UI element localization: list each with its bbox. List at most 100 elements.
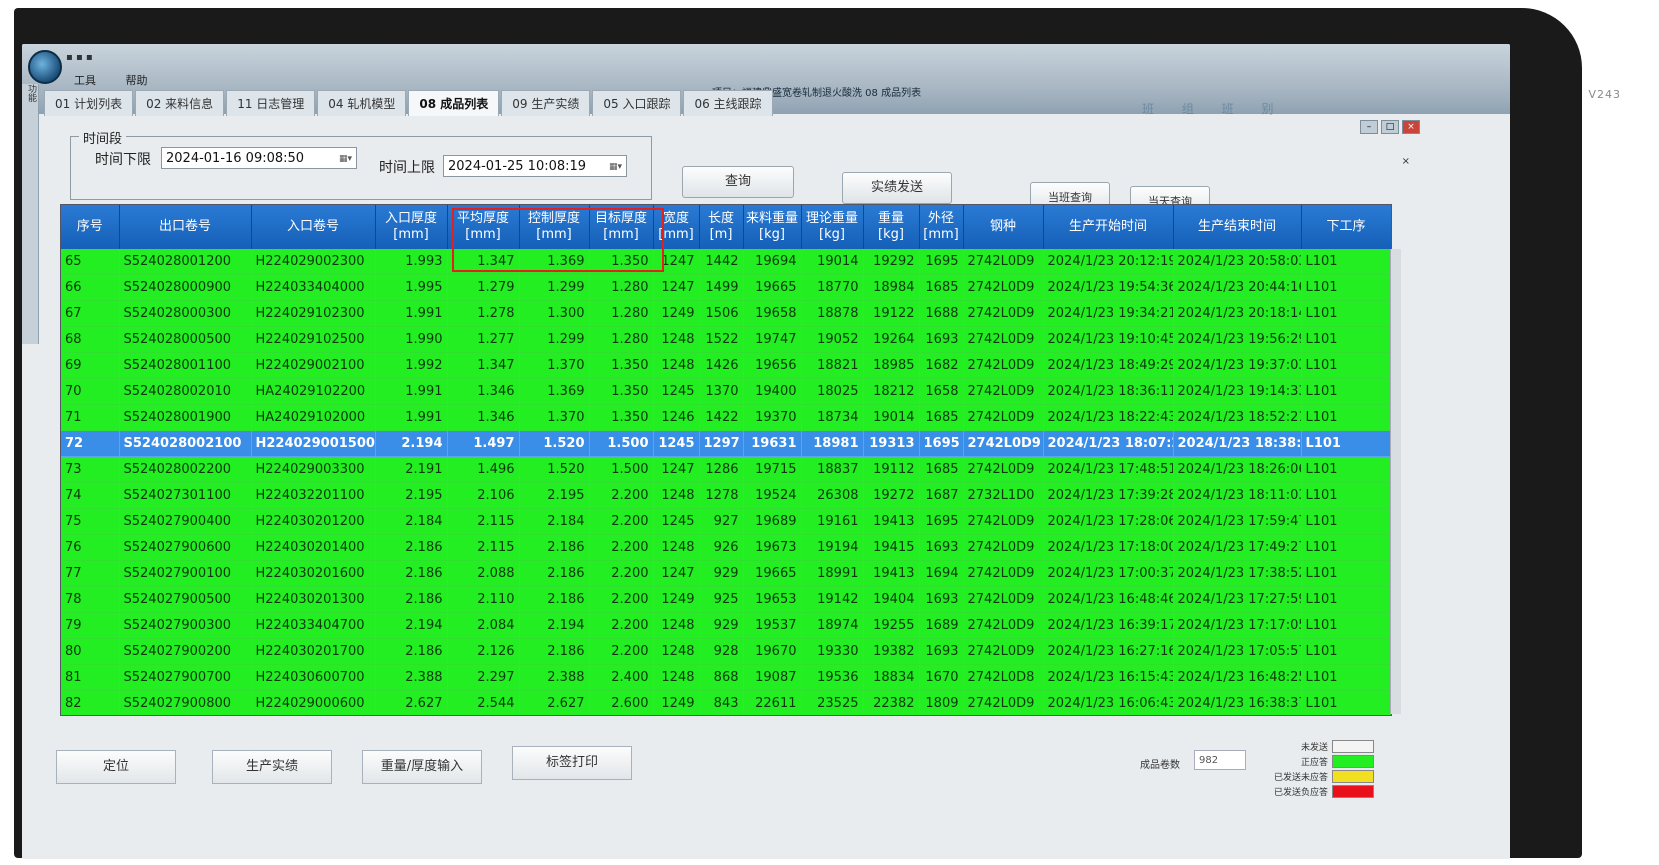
- calendar-dropdown-icon[interactable]: ▦▾: [339, 148, 352, 170]
- table-cell: 82: [61, 690, 120, 715]
- table-cell: L101: [1301, 690, 1391, 715]
- tab-plan-list[interactable]: 01 计划列表: [44, 90, 134, 116]
- table-cell: 1695: [919, 430, 964, 457]
- tab-production-results[interactable]: 09 生产实绩: [501, 90, 591, 116]
- side-panel-toggle[interactable]: 功能: [22, 84, 39, 344]
- table-row[interactable]: 74 S524027301100 H224032201100 2.195 2.106 2.…: [61, 482, 1391, 509]
- tab-log-management[interactable]: 11 日志管理: [226, 90, 316, 116]
- column-header[interactable]: 外径 [mm]: [919, 205, 964, 249]
- table-cell: 2024/1/23 18:52:21: [1173, 404, 1302, 431]
- table-cell: 1442: [699, 249, 744, 275]
- table-row[interactable]: 71 S524028001900 HA24029102000 1.991 1.346 1.…: [61, 404, 1391, 431]
- column-header[interactable]: 来料重量 [kg]: [743, 205, 802, 249]
- lower-limit-input[interactable]: 2024-01-16 09:08:50 ▦▾: [161, 147, 357, 169]
- table-cell: S524028002010: [119, 378, 252, 405]
- tab-product-list[interactable]: 08 成品列表: [408, 90, 500, 116]
- column-header[interactable]: 平均厚度 [mm]: [447, 205, 520, 249]
- query-button[interactable]: 查询: [682, 166, 794, 198]
- table-row[interactable]: 72 S524028002100 H224029001500 2.194 1.497 1.…: [61, 430, 1391, 457]
- table-cell: 2024/1/23 19:54:36: [1043, 274, 1174, 301]
- menu-help[interactable]: 帮助: [126, 74, 148, 87]
- table-row[interactable]: 81 S524027900700 H224030600700 2.388 2.297 2.…: [61, 664, 1391, 691]
- label-print-button[interactable]: 标签打印: [512, 746, 632, 780]
- table-row[interactable]: 80 S524027900200 H224030201700 2.186 2.126 2.…: [61, 638, 1391, 665]
- weight-thickness-input-button[interactable]: 重量/厚度输入: [362, 750, 482, 784]
- column-header[interactable]: 出口卷号: [119, 205, 252, 249]
- table-row[interactable]: 70 S524028002010 HA24029102200 1.991 1.346 1.…: [61, 378, 1391, 405]
- table-row[interactable]: 78 S524027900500 H224030201300 2.186 2.110 2.…: [61, 586, 1391, 613]
- quick-access-icons[interactable]: ▪ ▪ ▪: [66, 52, 93, 63]
- panel-close-icon[interactable]: ×: [1402, 156, 1410, 167]
- minimize-icon[interactable]: –: [1360, 120, 1378, 134]
- table-cell: 2.200: [589, 638, 654, 665]
- table-cell: 1.299: [519, 326, 590, 353]
- table-row[interactable]: 68 S524028000500 H224029102500 1.990 1.277 1.…: [61, 326, 1391, 353]
- column-header[interactable]: 下工序: [1301, 205, 1391, 249]
- column-header[interactable]: 生产结束时间: [1173, 205, 1302, 249]
- table-cell: 2024/1/23 19:14:33: [1173, 378, 1302, 405]
- table-row[interactable]: 66 S524028000900 H224033404000 1.995 1.279 1.…: [61, 274, 1391, 301]
- table-cell: 79: [61, 612, 120, 639]
- table-cell: 22611: [743, 690, 802, 715]
- table-cell: 2024/1/23 18:07:21: [1043, 430, 1174, 457]
- table-cell: 19524: [743, 482, 802, 509]
- table-row[interactable]: 82 S524027900800 H224029000600 2.627 2.544 2.…: [61, 690, 1391, 715]
- maximize-icon[interactable]: □: [1381, 120, 1399, 134]
- table-cell: 1426: [699, 352, 744, 379]
- column-header[interactable]: 入口厚度 [mm]: [375, 205, 448, 249]
- menu-tools[interactable]: 工具: [74, 74, 96, 87]
- column-header[interactable]: 入口卷号: [251, 205, 376, 249]
- send-results-button[interactable]: 实绩发送: [842, 172, 952, 204]
- column-header[interactable]: 理论重量 [kg]: [801, 205, 864, 249]
- tab-mainline-tracking[interactable]: 06 主线跟踪: [683, 90, 773, 116]
- table-cell: 2.297: [447, 664, 520, 691]
- column-header[interactable]: 控制厚度 [mm]: [519, 205, 590, 249]
- tab-mill-model[interactable]: 04 轧机模型: [317, 90, 407, 116]
- table-row[interactable]: 69 S524028001100 H224029002100 1.992 1.347 1.…: [61, 352, 1391, 379]
- legend-label: 正应答: [1300, 758, 1328, 768]
- locate-button[interactable]: 定位: [56, 750, 176, 784]
- column-header[interactable]: 目标厚度 [mm]: [589, 205, 654, 249]
- column-header[interactable]: 宽度 [mm]: [653, 205, 700, 249]
- close-icon[interactable]: ×: [1402, 120, 1420, 134]
- table-cell: H224029102300: [251, 300, 376, 327]
- table-row[interactable]: 76 S524027900600 H224030201400 2.186 2.115 2.…: [61, 534, 1391, 561]
- table-cell: 2024/1/23 17:27:59: [1173, 586, 1302, 613]
- table-cell: 1688: [919, 300, 964, 327]
- table-cell: 2.084: [447, 612, 520, 639]
- upper-limit-value: 2024-01-25 10:08:19: [448, 159, 587, 174]
- table-cell: 2742L0D9: [963, 430, 1044, 457]
- upper-limit-input[interactable]: 2024-01-25 10:08:19 ▦▾: [443, 155, 627, 177]
- table-cell: 1695: [919, 508, 964, 535]
- column-header[interactable]: 钢种: [963, 205, 1044, 249]
- table-cell: S524028002100: [119, 430, 252, 457]
- table-cell: 1685: [919, 274, 964, 301]
- table-scrollbar[interactable]: [1390, 249, 1401, 714]
- table-row[interactable]: 75 S524027900400 H224030201200 2.184 2.115 2.…: [61, 508, 1391, 535]
- column-header[interactable]: 生产开始时间: [1043, 205, 1174, 249]
- column-header[interactable]: 重量 [kg]: [863, 205, 920, 249]
- table-cell: 74: [61, 482, 120, 509]
- table-row[interactable]: 73 S524028002200 H224029003300 2.191 1.496 1.…: [61, 456, 1391, 483]
- table-cell: 2.186: [375, 560, 448, 587]
- table-cell: 1.990: [375, 326, 448, 353]
- table-cell: 1249: [653, 300, 700, 327]
- table-row[interactable]: 65 S524028001200 H224029002300 1.993 1.347 1.…: [61, 249, 1391, 275]
- column-header[interactable]: 长度 [m]: [699, 205, 744, 249]
- table-row[interactable]: 67 S524028000300 H224029102300 1.991 1.278 1.…: [61, 300, 1391, 327]
- table-cell: 2742L0D9: [963, 690, 1044, 715]
- table-cell: 2.388: [375, 664, 448, 691]
- table-cell: H224033404000: [251, 274, 376, 301]
- tab-material-info[interactable]: 02 来料信息: [135, 90, 225, 116]
- product-count-value: 982: [1194, 750, 1246, 770]
- column-header[interactable]: 序号: [61, 205, 120, 249]
- tab-entry-tracking[interactable]: 05 入口跟踪: [592, 90, 682, 116]
- table-cell: 1693: [919, 534, 964, 561]
- production-results-button[interactable]: 生产实绩: [212, 750, 332, 784]
- calendar-dropdown-icon[interactable]: ▦▾: [609, 156, 622, 178]
- table-row[interactable]: 77 S524027900100 H224030201600 2.186 2.088 2.…: [61, 560, 1391, 587]
- table-cell: 1.496: [447, 456, 520, 483]
- table-row[interactable]: 79 S524027900300 H224033404700 2.194 2.084 2.…: [61, 612, 1391, 639]
- table-cell: 1248: [653, 352, 700, 379]
- table-cell: 2024/1/23 18:11:03: [1173, 482, 1302, 509]
